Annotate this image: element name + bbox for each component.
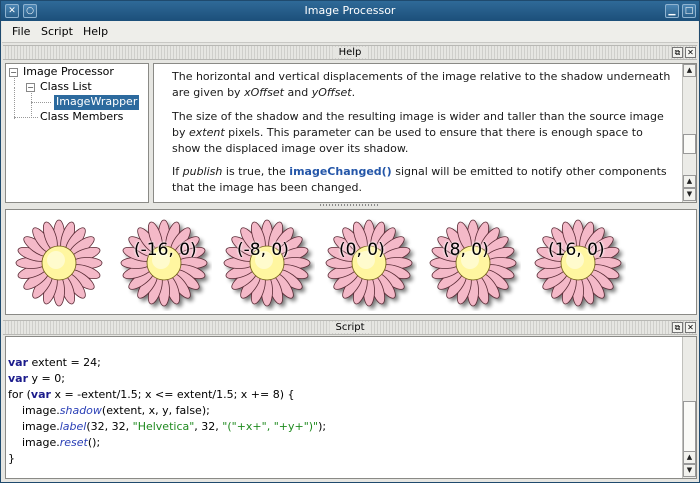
window-title: Image Processor xyxy=(304,4,396,17)
script-float-icon[interactable]: ⧉ xyxy=(672,322,683,333)
class-tree: − Image Processor − Class List ImageWrap… xyxy=(5,63,149,203)
help-paragraph-2: The size of the shadow and the resulting… xyxy=(172,110,664,155)
scroll-up-icon[interactable]: ▲ xyxy=(683,64,696,77)
script-dock-title: Script xyxy=(329,322,371,333)
menu-bar: File Script Help xyxy=(2,21,698,43)
image-preview-area: (-16, 0) (-8, 0) (0, 0) (8, 0) (16, 0) xyxy=(5,209,697,315)
script-close-icon[interactable]: ✕ xyxy=(685,322,696,333)
menu-help[interactable]: Help xyxy=(83,25,108,38)
collapse-root-icon[interactable]: − xyxy=(9,68,18,77)
script-editor[interactable]: var extent = 24; var y = 0; for (var x =… xyxy=(5,336,697,479)
help-paragraph-3: If publish is true, the imageChanged() s… xyxy=(172,165,667,194)
flower-offset-label: (8, 0) xyxy=(443,240,489,260)
menu-script[interactable]: Script xyxy=(41,25,73,38)
code-line-6: image.reset(); xyxy=(8,436,101,449)
script-dock-header[interactable]: Script ⧉ ✕ xyxy=(3,320,697,335)
help-float-icon[interactable]: ⧉ xyxy=(672,47,683,58)
flower-offset-label: (-16, 0) xyxy=(134,240,197,260)
code-line-3: for (var x = -extent/1.5; x <= extent/1.… xyxy=(8,388,295,401)
script-code[interactable]: var extent = 24; var y = 0; for (var x =… xyxy=(8,355,326,467)
script-scrollbar[interactable]: ▲ ▼ xyxy=(682,337,696,478)
maximize-icon[interactable]: □ xyxy=(682,4,696,18)
code-line-4: image.shadow(extent, x, y, false); xyxy=(8,404,210,417)
source-flower-image xyxy=(11,215,107,314)
menu-file[interactable]: File xyxy=(12,25,30,38)
flower-offset-label: (16, 0) xyxy=(548,240,605,260)
tree-item-class-members[interactable]: Class Members xyxy=(40,110,123,125)
code-line-1: var extent = 24; xyxy=(8,356,101,369)
minimize-icon[interactable]: ▁ xyxy=(665,4,679,18)
script-scroll-thumb[interactable] xyxy=(683,401,696,455)
scroll-down-icon[interactable]: ▼ xyxy=(683,188,696,201)
app-window: ✕ ○ Image Processor ▁ □ File Script Help… xyxy=(0,0,700,483)
shadowed-flower-image: (0, 0) xyxy=(321,215,417,314)
help-dock-header[interactable]: Help ⧉ ✕ xyxy=(3,45,697,60)
shadowed-flower-image: (-8, 0) xyxy=(219,215,315,314)
scroll-up-icon[interactable]: ▲ xyxy=(683,451,696,464)
flower-offset-label: (0, 0) xyxy=(339,240,385,260)
shadowed-flower-image: (16, 0) xyxy=(530,215,626,314)
help-paragraph-1: The horizontal and vertical displacement… xyxy=(172,70,671,99)
tree-item-image-processor[interactable]: Image Processor xyxy=(23,65,114,80)
shadowed-flower-image: (8, 0) xyxy=(425,215,521,314)
tree-item-imagewrapper[interactable]: ImageWrapper xyxy=(54,95,140,110)
help-text-view[interactable]: The horizontal and vertical displacement… xyxy=(153,63,697,203)
tree-item-class-list[interactable]: Class List xyxy=(40,80,92,95)
code-line-5: image.label(32, 32, "Helvetica", 32, "("… xyxy=(8,420,327,433)
imagechanged-link[interactable]: imageChanged() xyxy=(289,165,391,178)
shadowed-flower-image: (-16, 0) xyxy=(116,215,212,314)
title-bar: ✕ ○ Image Processor ▁ □ xyxy=(1,1,699,21)
code-line-7: } xyxy=(8,452,15,465)
help-dock-title: Help xyxy=(332,47,368,58)
splitter-top[interactable] xyxy=(3,203,697,208)
help-scrollbar[interactable]: ▲ ▲ ▼ xyxy=(682,64,696,202)
flower-offset-label: (-8, 0) xyxy=(237,240,289,260)
help-close-icon[interactable]: ✕ xyxy=(685,47,696,58)
scroll-up-icon[interactable]: ▲ xyxy=(683,175,696,188)
help-scroll-thumb[interactable] xyxy=(683,134,696,154)
scroll-down-icon[interactable]: ▼ xyxy=(683,464,696,477)
collapse-class-list-icon[interactable]: − xyxy=(26,83,35,92)
code-line-2: var y = 0; xyxy=(8,372,65,385)
